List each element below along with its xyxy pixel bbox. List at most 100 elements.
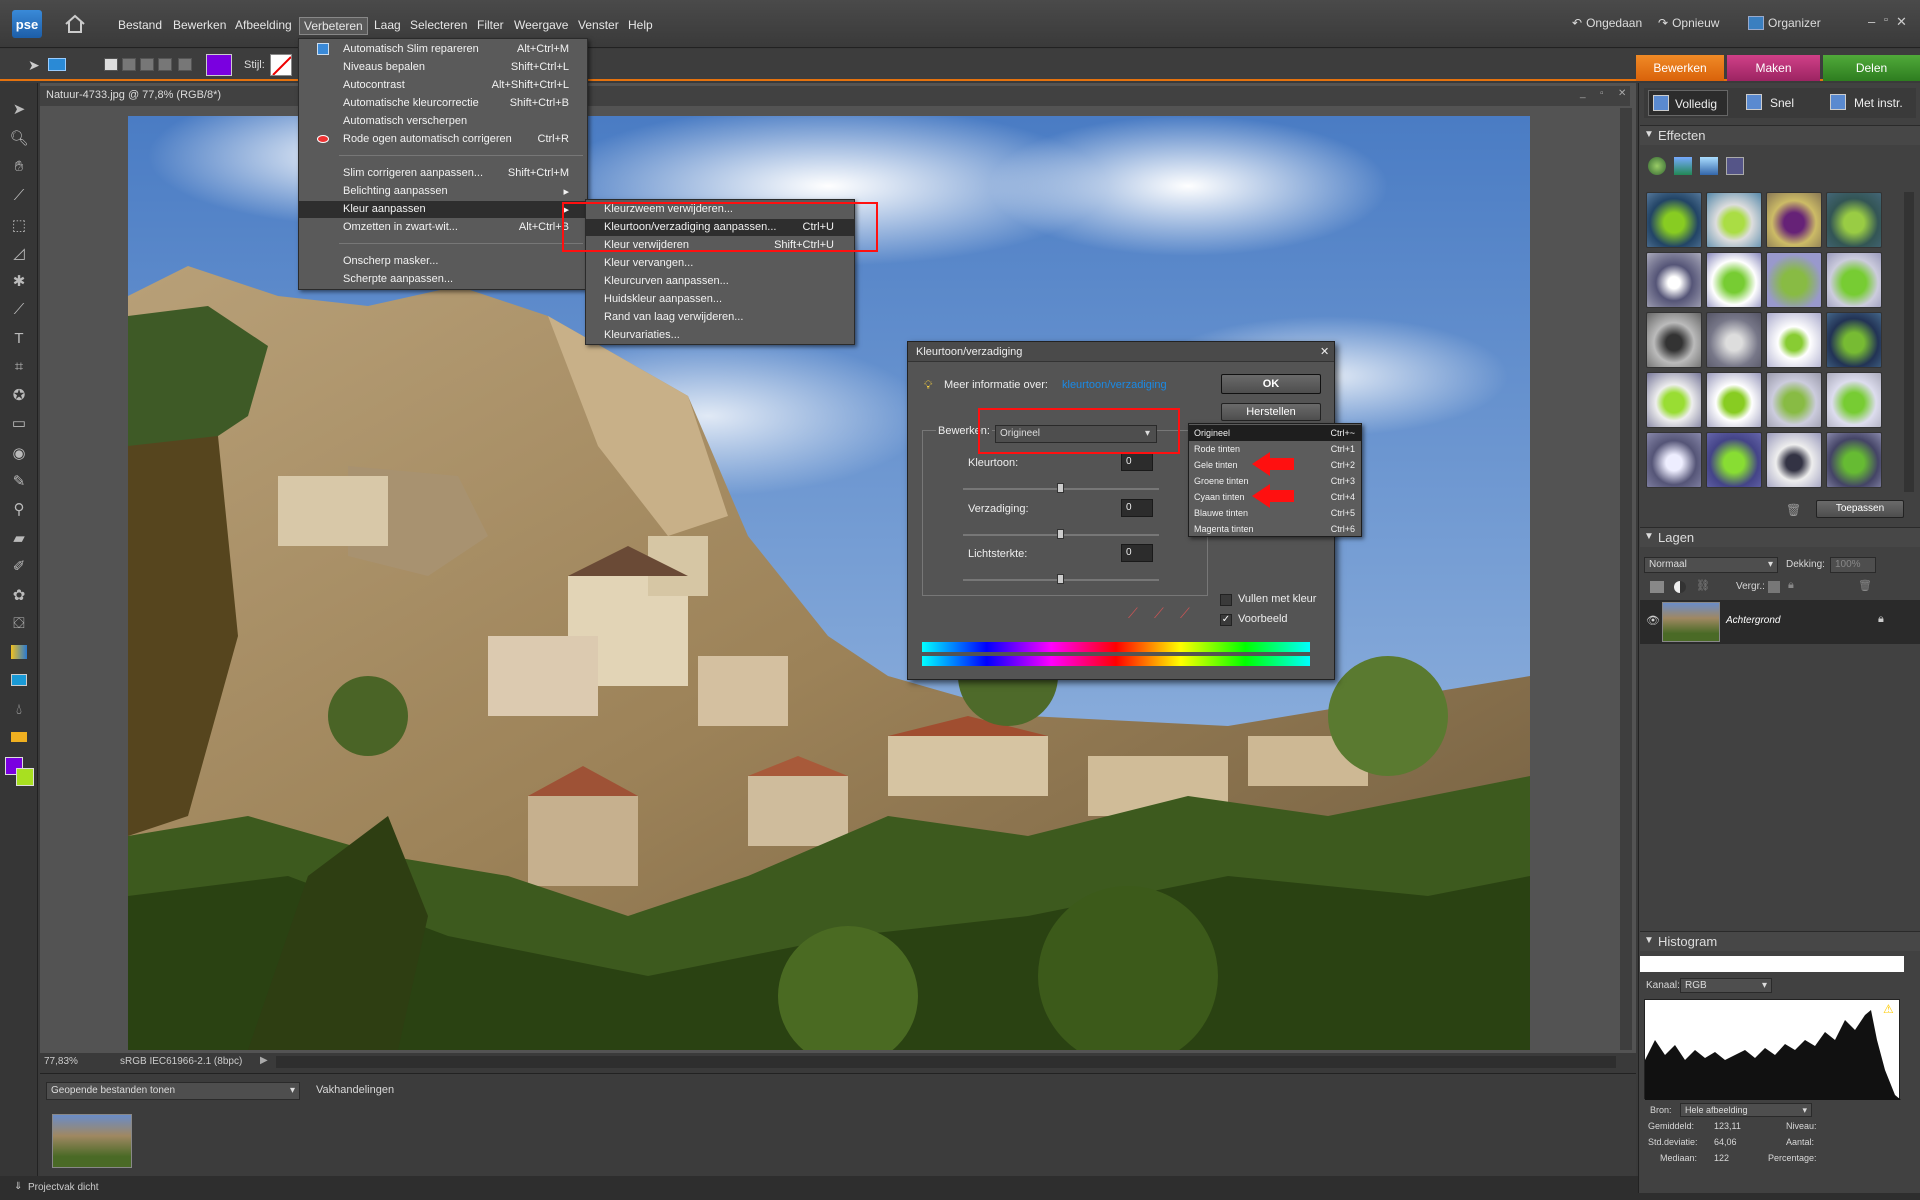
doc-vertical-scrollbar[interactable] bbox=[1620, 108, 1632, 1050]
menu-item-kleur-aanpassen[interactable]: Kleur aanpassen ▸ bbox=[299, 201, 587, 218]
dropdown-option-magenta[interactable]: Magenta tinten Ctrl+6 bbox=[1189, 521, 1361, 537]
collapse-icon[interactable]: ⇓ bbox=[14, 1181, 22, 1192]
effect-thumbnail[interactable] bbox=[1706, 192, 1762, 248]
menu-item-auto-kleurcorrectie[interactable]: Automatische kleurcorrectie Shift+Ctrl+B bbox=[299, 95, 587, 112]
minimize-icon[interactable]: – bbox=[1868, 14, 1875, 29]
layer-row[interactable]: 👁︎ Achtergrond 🔒︎ bbox=[1640, 600, 1920, 644]
selection-subtract-icon[interactable] bbox=[140, 58, 154, 71]
bin-files-dropdown[interactable]: Geopende bestanden tonen ▾ bbox=[46, 1082, 300, 1100]
channel-dropdown[interactable]: RGB ▾ bbox=[1680, 978, 1772, 993]
effect-thumbnail[interactable] bbox=[1646, 372, 1702, 428]
clone-stamp-tool-icon[interactable]: ⚲ bbox=[9, 499, 29, 519]
doc-maximize-icon[interactable]: ▫ bbox=[1600, 88, 1604, 99]
selection-mode-icon[interactable] bbox=[178, 58, 192, 71]
menu-bewerken[interactable]: Bewerken bbox=[169, 17, 230, 33]
doc-close-icon[interactable]: ✕ bbox=[1618, 88, 1626, 99]
dropdown-option-origineel[interactable]: Origineel Ctrl+~ bbox=[1189, 425, 1361, 441]
marquee-tool-icon[interactable]: ⬚ bbox=[9, 215, 29, 235]
selection-add-icon[interactable] bbox=[122, 58, 136, 71]
lightness-input[interactable]: 0 bbox=[1121, 544, 1153, 562]
effect-thumbnail[interactable] bbox=[1706, 372, 1762, 428]
move-tool-icon[interactable]: ➤ bbox=[28, 57, 40, 74]
selection-new-icon[interactable] bbox=[104, 58, 118, 71]
link-icon[interactable]: ⛓︎ bbox=[1696, 579, 1710, 592]
menu-item-autocontrast[interactable]: Autocontrast Alt+Shift+Ctrl+L bbox=[299, 77, 587, 94]
sponge-tool-icon[interactable] bbox=[9, 727, 29, 747]
zoom-tool-icon[interactable]: 🔍︎ bbox=[9, 128, 29, 148]
adjustment-layer-icon[interactable] bbox=[1674, 581, 1686, 593]
menu-afbeelding[interactable]: Afbeelding bbox=[231, 17, 296, 33]
straighten-tool-icon[interactable]: ▭ bbox=[9, 413, 29, 433]
lock-transparency-icon[interactable] bbox=[1768, 581, 1780, 593]
submenu-item-kleurvariaties[interactable]: Kleurvariaties... bbox=[586, 327, 854, 344]
shape-tool-icon[interactable] bbox=[9, 670, 29, 690]
menu-item-niveaus[interactable]: Niveaus bepalen Shift+Ctrl+L bbox=[299, 59, 587, 76]
layer-styles-icon[interactable] bbox=[1674, 157, 1692, 175]
menu-item-zwart-wit[interactable]: Omzetten in zwart-wit... Alt+Ctrl+B bbox=[299, 219, 587, 236]
source-dropdown[interactable]: Hele afbeelding ▾ bbox=[1680, 1103, 1812, 1117]
status-arrow-icon[interactable]: ▶ bbox=[260, 1055, 268, 1066]
effect-thumbnail[interactable] bbox=[1826, 312, 1882, 368]
undo-button[interactable]: ↶ Ongedaan bbox=[1572, 16, 1642, 30]
paint-bucket-tool-icon[interactable]: ⛋ bbox=[9, 613, 29, 633]
hue-slider-thumb[interactable] bbox=[1057, 483, 1064, 493]
menu-help[interactable]: Help bbox=[624, 17, 657, 33]
style-none-icon[interactable] bbox=[270, 54, 292, 76]
effect-thumbnail[interactable] bbox=[1766, 252, 1822, 308]
eyedropper-minus-icon[interactable]: ⟋ bbox=[1180, 605, 1190, 622]
effect-thumbnail[interactable] bbox=[1766, 192, 1822, 248]
bin-actions-menu[interactable]: Vakhandelingen bbox=[316, 1084, 394, 1096]
blur-tool-icon[interactable]: 💧︎ bbox=[9, 699, 29, 719]
tool-preset-icon[interactable] bbox=[48, 58, 66, 71]
ok-button[interactable]: OK bbox=[1221, 374, 1321, 394]
effect-thumbnail[interactable] bbox=[1646, 192, 1702, 248]
menu-item-auto-verscherpen[interactable]: Automatisch verscherpen bbox=[299, 113, 587, 130]
preview-checkbox[interactable]: ✓ bbox=[1220, 614, 1232, 626]
tab-met-instr[interactable]: Met instr. bbox=[1824, 90, 1914, 116]
new-layer-icon[interactable] bbox=[1650, 581, 1664, 593]
doc-minimize-icon[interactable]: _ bbox=[1580, 88, 1586, 99]
dialog-close-icon[interactable]: ✕ bbox=[1320, 345, 1329, 358]
effect-thumbnail[interactable] bbox=[1826, 192, 1882, 248]
tab-maken[interactable]: Maken bbox=[1727, 55, 1820, 81]
project-bin-toggle[interactable]: Projectvak dicht bbox=[28, 1182, 99, 1193]
menu-item-scherpte[interactable]: Scherpte aanpassen... bbox=[299, 271, 587, 288]
submenu-item-kleurcurven[interactable]: Kleurcurven aanpassen... bbox=[586, 273, 854, 290]
effect-thumbnail[interactable] bbox=[1706, 252, 1762, 308]
effect-thumbnail[interactable] bbox=[1826, 432, 1882, 488]
move-tool-icon[interactable]: ➤ bbox=[9, 99, 29, 119]
magic-wand-tool-icon[interactable]: ✱ bbox=[9, 271, 29, 291]
photo-effects-icon[interactable] bbox=[1700, 157, 1718, 175]
brush-tool-icon[interactable]: ✐ bbox=[9, 556, 29, 576]
menu-item-rode-ogen[interactable]: Rode ogen automatisch corrigeren Ctrl+R bbox=[299, 131, 587, 148]
blend-mode-dropdown[interactable]: Normaal ▾ bbox=[1644, 557, 1778, 573]
effect-thumbnail[interactable] bbox=[1766, 372, 1822, 428]
menu-item-belichting[interactable]: Belichting aanpassen ▸ bbox=[299, 183, 587, 200]
submenu-item-rand-van-laag[interactable]: Rand van laag verwijderen... bbox=[586, 309, 854, 326]
reset-button[interactable]: Herstellen bbox=[1221, 403, 1321, 421]
menu-selecteren[interactable]: Selecteren bbox=[406, 17, 471, 33]
layers-panel-header[interactable]: ▼ Lagen bbox=[1640, 527, 1920, 547]
effect-thumbnail[interactable] bbox=[1646, 432, 1702, 488]
healing-brush-tool-icon[interactable]: ✎ bbox=[9, 471, 29, 491]
hand-tool-icon[interactable]: ✋︎ bbox=[9, 156, 29, 176]
effect-thumbnail[interactable] bbox=[1826, 252, 1882, 308]
saturation-input[interactable]: 0 bbox=[1121, 499, 1153, 517]
opacity-field[interactable]: 100% bbox=[1830, 557, 1876, 573]
menu-venster[interactable]: Venster bbox=[574, 17, 623, 33]
saturation-slider-thumb[interactable] bbox=[1057, 529, 1064, 539]
effect-thumbnail[interactable] bbox=[1826, 372, 1882, 428]
lock-all-icon[interactable]: 🔒︎ bbox=[1788, 579, 1794, 592]
fill-color-swatch[interactable] bbox=[206, 54, 232, 76]
effect-thumbnail[interactable] bbox=[1646, 312, 1702, 368]
cookie-cutter-tool-icon[interactable]: ✪ bbox=[9, 385, 29, 405]
redo-button[interactable]: ↷ Opnieuw bbox=[1658, 16, 1719, 30]
gradient-tool-icon[interactable] bbox=[9, 642, 29, 662]
organizer-button[interactable]: Organizer bbox=[1748, 16, 1821, 30]
tab-volledig[interactable]: Volledig bbox=[1648, 90, 1728, 116]
eyedropper-plus-icon[interactable]: ⟋ bbox=[1154, 605, 1164, 622]
crop-tool-icon[interactable]: ⌗ bbox=[9, 356, 29, 376]
effect-thumbnail[interactable] bbox=[1766, 432, 1822, 488]
colorize-checkbox[interactable] bbox=[1220, 594, 1232, 606]
lasso-tool-icon[interactable]: ◿ bbox=[9, 243, 29, 263]
